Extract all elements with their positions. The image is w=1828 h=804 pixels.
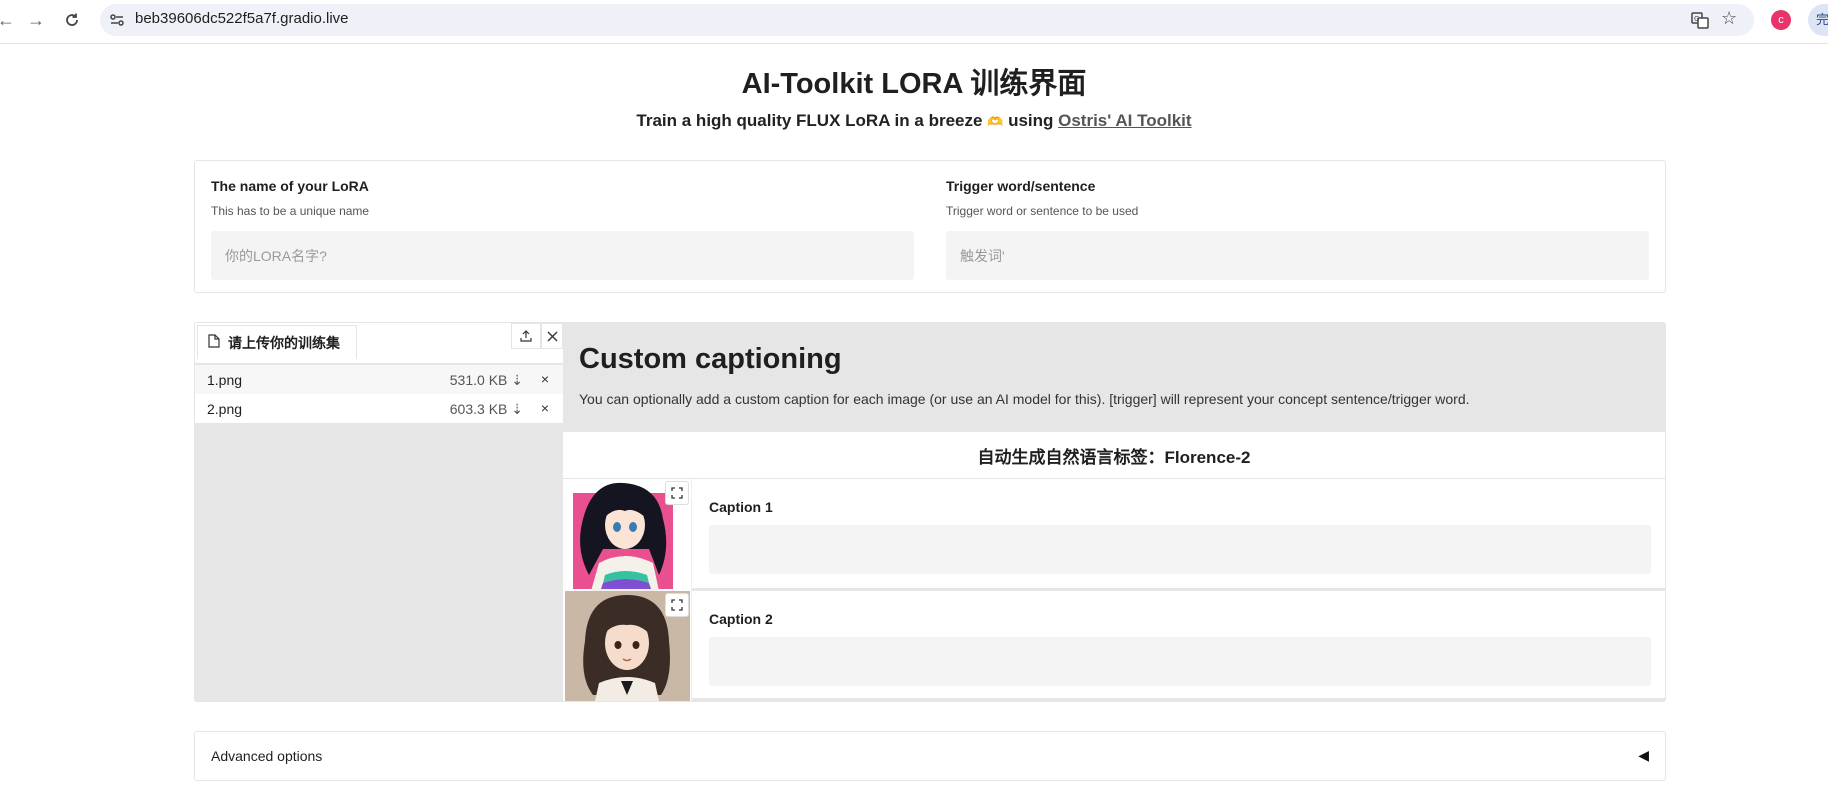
forward-icon[interactable]: → <box>24 8 48 32</box>
close-icon <box>547 331 557 341</box>
expand-icon[interactable] <box>665 481 689 505</box>
upload-more-button[interactable] <box>511 323 541 349</box>
clear-files-button[interactable] <box>541 323 563 349</box>
profile-avatar[interactable]: c <box>1771 10 1791 30</box>
file-row: 2.png 603.3 KB ⇣ × <box>195 394 563 423</box>
advanced-options-accordion[interactable]: Advanced options ◀ <box>194 731 1666 781</box>
back-icon[interactable]: ← <box>0 8 18 32</box>
caret-left-icon[interactable]: ◀ <box>1638 747 1649 764</box>
file-row: 1.png 531.0 KB ⇣ × <box>195 365 563 394</box>
heart-hands-icon: 🫶 <box>987 114 1004 129</box>
file-name: 2.png <box>207 401 243 417</box>
svg-text:G: G <box>1694 15 1699 23</box>
site-settings-icon[interactable] <box>108 11 126 29</box>
file-icon <box>208 334 220 351</box>
caption-label: Caption 1 <box>709 499 773 515</box>
captioning-title: Custom captioning <box>579 343 842 375</box>
upload-tab-label: 请上传你的训练集 <box>228 334 340 351</box>
caption-input[interactable] <box>709 525 1651 574</box>
lora-name-label: The name of your LoRA <box>211 178 369 194</box>
caption-row: Caption 1 <box>563 479 1665 591</box>
caption-input[interactable] <box>709 637 1651 686</box>
training-image-thumbnail[interactable] <box>563 479 692 591</box>
bookmark-star-icon[interactable]: ☆ <box>1721 8 1737 29</box>
url-text: beb39606dc522f5a7f.gradio.live <box>135 10 349 27</box>
trigger-word-info: Trigger word or sentence to be used <box>946 204 1139 218</box>
browser-toolbar: ← → beb39606dc522f5a7f.gradio.live G ☆ c… <box>0 0 1828 44</box>
lora-name-info: This has to be a unique name <box>211 204 370 218</box>
page-title: AI-Toolkit LORA 训练界面 <box>741 68 1087 100</box>
lora-settings-panel: The name of your LoRA This has to be a u… <box>194 160 1666 293</box>
upload-header: 请上传你的训练集 <box>195 323 563 363</box>
captioning-header: Custom captioning You can optionally add… <box>563 323 1665 431</box>
lora-name-input[interactable] <box>211 231 914 280</box>
upload-tab[interactable]: 请上传你的训练集 <box>197 325 357 359</box>
subtitle-mid: using <box>1003 111 1059 130</box>
trigger-word-input[interactable] <box>946 231 1649 280</box>
remove-file-button[interactable]: × <box>541 371 549 387</box>
training-image-thumbnail[interactable] <box>563 591 692 701</box>
download-icon[interactable]: ⇣ <box>511 401 523 417</box>
caption-label: Caption 2 <box>709 611 773 627</box>
browser-update-button[interactable]: 完 <box>1808 4 1828 36</box>
subtitle-prefix: Train a high quality FLUX LoRA in a bree… <box>636 111 988 130</box>
expand-icon[interactable] <box>665 593 689 617</box>
advanced-options-label: Advanced options <box>211 748 323 764</box>
reload-icon[interactable] <box>60 8 84 32</box>
page-subtitle: Train a high quality FLUX LoRA in a bree… <box>0 111 1828 131</box>
captioning-area: Custom captioning You can optionally add… <box>563 323 1665 701</box>
file-name: 1.png <box>207 372 243 388</box>
ostris-link[interactable]: Ostris' AI Toolkit <box>1058 111 1191 130</box>
translate-icon[interactable]: G <box>1690 10 1710 30</box>
file-upload-area[interactable]: 请上传你的训练集 1.png 531.0 KB ⇣ × 2.png 603.3 … <box>195 323 563 701</box>
download-icon[interactable]: ⇣ <box>511 372 523 388</box>
file-size: 603.3 KB ⇣ <box>449 401 523 417</box>
remove-file-button[interactable]: × <box>541 400 549 416</box>
trigger-word-label: Trigger word/sentence <box>946 178 1096 194</box>
file-size: 531.0 KB ⇣ <box>449 372 523 388</box>
dataset-panel: 请上传你的训练集 1.png 531.0 KB ⇣ × 2.png 603.3 … <box>194 322 1666 702</box>
florence-caption-button[interactable]: 自动生成自然语言标签：Florence-2 <box>563 431 1665 479</box>
captioning-description: You can optionally add a custom caption … <box>579 391 1470 407</box>
upload-icon <box>520 330 532 342</box>
caption-row: Caption 2 <box>563 591 1665 701</box>
